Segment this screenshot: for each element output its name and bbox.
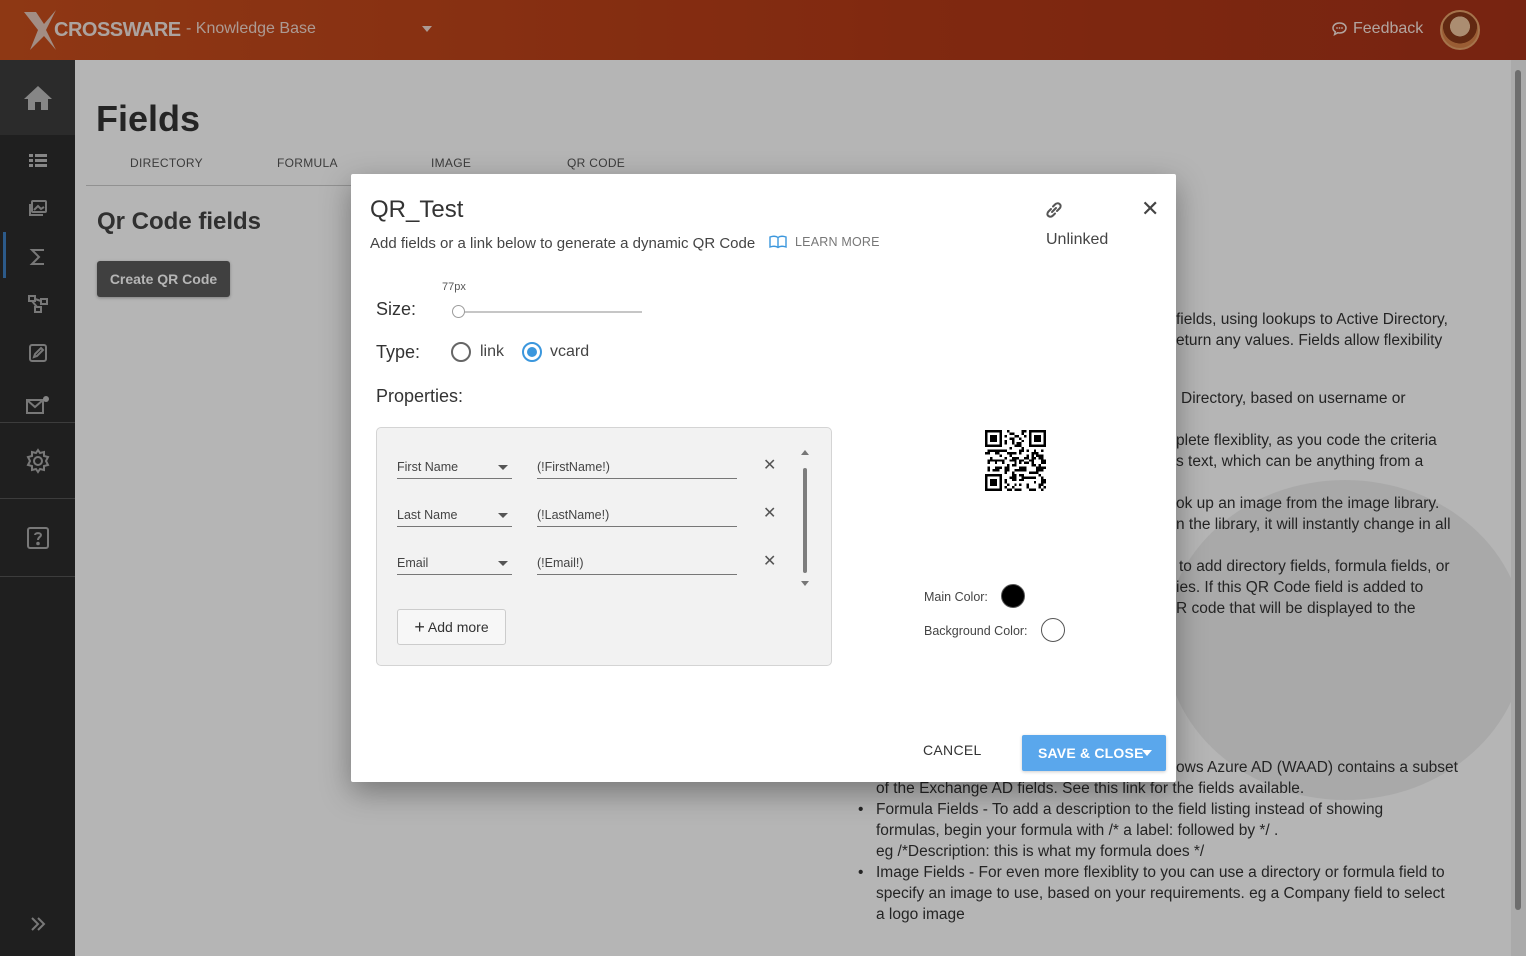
property-field-value: Email	[397, 556, 429, 570]
properties-panel: First Name (!FirstName!) ✕ Last Name (!L…	[376, 427, 832, 666]
main-color-label: Main Color:	[924, 590, 988, 604]
learn-more-label: LEARN MORE	[795, 235, 880, 249]
property-field-value: Last Name	[397, 508, 458, 522]
property-field-select[interactable]: Email	[397, 548, 512, 575]
property-field-value: First Name	[397, 460, 459, 474]
size-value: 77px	[442, 281, 466, 293]
link-status: Unlinked	[1046, 231, 1109, 248]
chevron-down-icon	[498, 561, 508, 566]
property-value-input[interactable]: (!LastName!)	[537, 500, 737, 527]
property-field-select[interactable]: First Name	[397, 452, 512, 479]
close-icon[interactable]: ✕	[1141, 198, 1159, 220]
property-value-input[interactable]: (!FirstName!)	[537, 452, 737, 479]
cancel-button[interactable]: CANCEL	[923, 742, 982, 758]
remove-property-icon[interactable]: ✕	[763, 506, 776, 522]
size-slider-thumb[interactable]	[452, 305, 465, 318]
type-radio-vcard[interactable]	[522, 342, 542, 362]
properties-scroll-up-icon[interactable]	[801, 450, 809, 455]
add-more-button[interactable]: + Add more	[397, 609, 506, 645]
properties-scroll-down-icon[interactable]	[801, 581, 809, 586]
chevron-down-icon[interactable]	[1142, 750, 1152, 756]
add-more-label: Add more	[427, 619, 489, 635]
properties-label: Properties:	[376, 386, 464, 406]
learn-more-link[interactable]: LEARN MORE	[769, 235, 880, 249]
property-row: Email (!Email!) ✕	[397, 548, 787, 576]
book-icon	[769, 235, 787, 249]
remove-property-icon[interactable]: ✕	[763, 554, 776, 570]
type-option-link-label[interactable]: link	[480, 343, 504, 361]
background-color-label: Background Color:	[924, 624, 1028, 638]
type-radio-link[interactable]	[451, 342, 471, 362]
property-row: Last Name (!LastName!) ✕	[397, 500, 787, 528]
properties-scrollbar-thumb[interactable]	[803, 468, 807, 573]
size-slider-track[interactable]	[457, 311, 642, 313]
save-and-close-button[interactable]: SAVE & CLOSE	[1022, 735, 1166, 771]
type-label: Type:	[376, 342, 421, 362]
remove-property-icon[interactable]: ✕	[763, 458, 776, 474]
dialog-subtitle: Add fields or a link below to generate a…	[370, 235, 756, 252]
plus-icon: +	[414, 617, 425, 637]
qr-code-preview	[985, 430, 1046, 491]
background-color-swatch[interactable]	[1041, 618, 1065, 642]
property-field-select[interactable]: Last Name	[397, 500, 512, 527]
main-color-swatch[interactable]	[1001, 584, 1025, 608]
chevron-down-icon	[498, 465, 508, 470]
link-icon[interactable]	[1044, 200, 1064, 225]
type-option-vcard-label[interactable]: vcard	[550, 343, 589, 361]
size-label: Size:	[376, 299, 417, 319]
dialog-title: QR_Test	[370, 196, 464, 223]
chevron-down-icon	[498, 513, 508, 518]
property-value-input[interactable]: (!Email!)	[537, 548, 737, 575]
qr-code-dialog: QR_Test Add fields or a link below to ge…	[351, 174, 1176, 782]
property-row: First Name (!FirstName!) ✕	[397, 452, 787, 480]
save-and-close-label: SAVE & CLOSE	[1038, 745, 1144, 761]
